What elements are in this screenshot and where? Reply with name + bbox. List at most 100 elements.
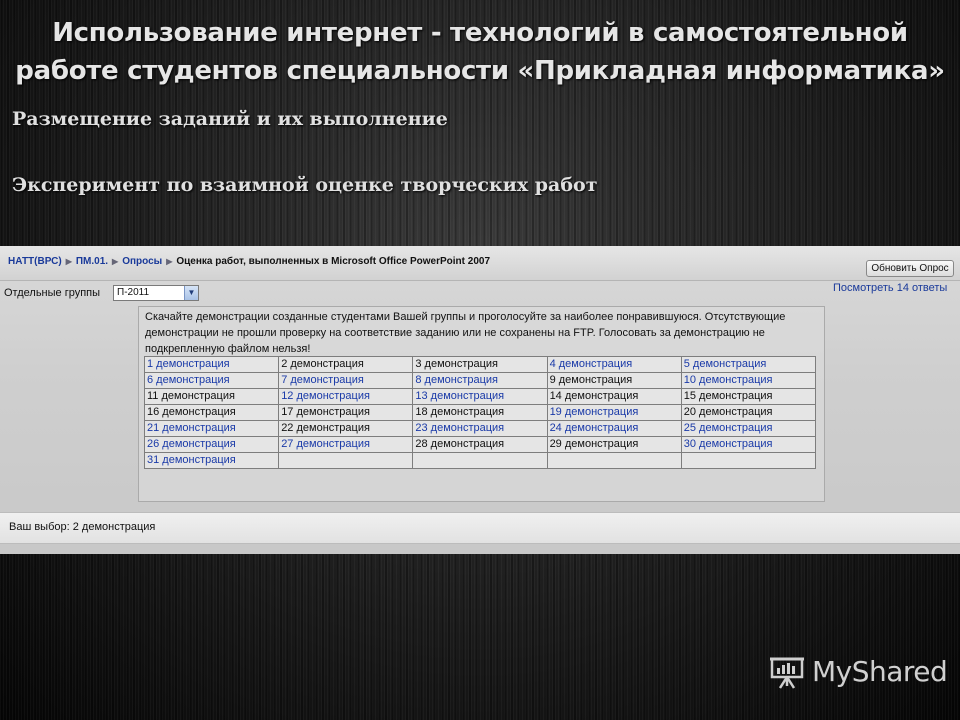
table-row: 21 демонстрация 22 демонстрация 23 демонст… <box>143 420 817 437</box>
demo-table: 1 демонстрация 2 демонстрация 3 демонстрац… <box>143 356 817 469</box>
demo-label: 14 демонстрация <box>549 390 639 402</box>
demo-label: 29 демонстрация <box>549 438 639 450</box>
table-cell: 30 демонстрация <box>680 436 817 453</box>
table-row: 1 демонстрация 2 демонстрация 3 демонстрац… <box>143 356 817 373</box>
demo-label: 3 демонстрация <box>415 358 499 370</box>
table-cell: 28 демонстрация <box>412 436 548 453</box>
demo-link[interactable]: 31 демонстрация <box>147 454 236 466</box>
table-cell: 9 демонстрация <box>546 372 682 389</box>
table-cell <box>546 452 682 469</box>
groups-select-value: П-2011 <box>117 287 150 298</box>
table-cell <box>412 452 548 469</box>
table-cell: 24 демонстрация <box>546 420 682 437</box>
slide-title-line-2: работе студентов специальности «Прикладн… <box>15 56 945 86</box>
breadcrumb-link[interactable]: НАТТ(ВРС) <box>8 256 62 267</box>
table-cell: 3 демонстрация <box>412 356 548 373</box>
demo-label: 9 демонстрация <box>549 374 633 386</box>
demo-link[interactable]: 26 демонстрация <box>147 438 236 450</box>
table-row: 26 демонстрация 27 демонстрация 28 демонст… <box>143 436 817 453</box>
table-cell: 23 демонстрация <box>412 420 548 437</box>
subtitle-assignments: Размещение заданий и их выполнение <box>12 108 448 130</box>
table-cell: 10 демонстрация <box>680 372 817 389</box>
logo-text: MyShared <box>812 655 948 688</box>
update-poll-button[interactable]: Обновить Опрос <box>866 260 954 277</box>
groups-label: Отдельные группы <box>4 287 101 299</box>
breadcrumb-current: Оценка работ, выполненных в Microsoft Of… <box>176 256 491 267</box>
table-cell: 6 демонстрация <box>143 372 280 389</box>
demo-link[interactable]: 25 демонстрация <box>684 422 773 434</box>
demo-label: 11 демонстрация <box>147 390 235 402</box>
slide-title: Использование интернет - технологий в са… <box>0 14 960 90</box>
table-row: 11 демонстрация 12 демонстрация 13 демонст… <box>143 388 817 405</box>
demo-link[interactable]: 8 демонстрация <box>415 374 498 386</box>
table-cell: 26 демонстрация <box>143 436 280 453</box>
demo-link[interactable]: 23 демонстрация <box>415 422 504 434</box>
table-cell: 25 демонстрация <box>680 420 817 437</box>
demo-label: 16 демонстрация <box>147 406 236 418</box>
demo-link[interactable]: 27 демонстрация <box>281 438 370 450</box>
table-cell <box>680 452 817 469</box>
table-cell: 12 демонстрация <box>278 388 414 405</box>
table-cell: 5 демонстрация <box>680 356 817 373</box>
breadcrumb-link[interactable]: Опросы <box>122 256 162 267</box>
table-cell: 7 демонстрация <box>278 372 414 389</box>
choice-text: Ваш выбор: 2 демонстрация <box>9 521 156 533</box>
breadcrumb: НАТТ(ВРС) ▶ ПМ.01. ▶ Опросы ▶ Оценка работ, вы… <box>8 256 490 267</box>
table-cell: 18 демонстрация <box>412 404 548 421</box>
table-cell: 1 демонстрация <box>143 356 280 373</box>
table-cell: 4 демонстрация <box>546 356 682 373</box>
table-cell: 15 демонстрация <box>680 388 817 405</box>
subtitle-experiment: Эксперимент по взаимной оценке творчески… <box>12 174 598 196</box>
table-cell: 20 демонстрация <box>680 404 817 421</box>
breadcrumb-separator-icon: ▶ <box>65 257 72 266</box>
table-cell: 11 демонстрация <box>143 388 280 405</box>
demo-link[interactable]: 7 демонстрация <box>281 374 364 386</box>
breadcrumb-separator-icon: ▶ <box>166 257 173 266</box>
demo-label: 22 демонстрация <box>281 422 370 434</box>
demo-link[interactable]: 1 демонстрация <box>147 358 230 370</box>
presentation-board-icon <box>770 657 804 689</box>
table-cell: 13 демонстрация <box>412 388 548 405</box>
demo-label: 15 демонстрация <box>683 390 773 402</box>
table-cell: 31 демонстрация <box>143 452 280 469</box>
table-cell: 27 демонстрация <box>278 436 414 453</box>
demo-label: 17 демонстрация <box>281 406 370 418</box>
table-cell: 19 демонстрация <box>546 404 682 421</box>
table-row: 16 демонстрация 17 демонстрация 18 демонст… <box>143 404 817 421</box>
demo-link[interactable]: 6 демонстрация <box>147 374 230 386</box>
navigation-bar: НАТТ(ВРС) ▶ ПМ.01. ▶ Опросы ▶ Оценка работ, вы… <box>0 246 960 281</box>
demo-link[interactable]: 12 демонстрация <box>281 390 370 402</box>
view-answers-link[interactable]: Посмотреть 14 ответы <box>833 282 947 294</box>
demo-link[interactable]: 10 демонстрация <box>684 374 773 386</box>
table-cell <box>278 452 414 469</box>
demo-link[interactable]: 5 демонстрация <box>684 358 767 370</box>
demo-label: 28 демонстрация <box>415 438 505 450</box>
demo-label: 2 демонстрация <box>281 358 364 370</box>
table-row: 6 демонстрация 7 демонстрация 8 демонстрац… <box>143 372 817 389</box>
table-cell: 21 демонстрация <box>143 420 280 437</box>
demo-link[interactable]: 24 демонстрация <box>550 422 639 434</box>
table-cell: 14 демонстрация <box>546 388 682 405</box>
table-cell: 16 демонстрация <box>143 404 280 421</box>
demo-link[interactable]: 21 демонстрация <box>147 422 236 434</box>
table-cell: 2 демонстрация <box>278 356 414 373</box>
breadcrumb-link[interactable]: ПМ.01. <box>76 256 108 267</box>
demo-link[interactable]: 30 демонстрация <box>684 438 773 450</box>
choice-bar: Ваш выбор: 2 демонстрация <box>0 512 960 544</box>
demo-label: 20 демонстрация <box>683 406 773 418</box>
table-cell: 29 демонстрация <box>546 436 682 453</box>
chevron-down-icon[interactable]: ▼ <box>184 286 198 300</box>
demo-link[interactable]: 13 демонстрация <box>415 390 504 402</box>
slide-title-line-1: Использование интернет - технологий в са… <box>52 18 908 48</box>
breadcrumb-separator-icon: ▶ <box>112 257 119 266</box>
table-cell: 8 демонстрация <box>412 372 548 389</box>
table-cell: 17 демонстрация <box>278 404 414 421</box>
demo-label: 18 демонстрация <box>415 406 505 418</box>
table-cell: 22 демонстрация <box>278 420 414 437</box>
demo-link[interactable]: 19 демонстрация <box>550 406 639 418</box>
table-row: 31 демонстрация <box>143 452 817 469</box>
demo-link[interactable]: 4 демонстрация <box>550 358 633 370</box>
groups-select[interactable]: П-2011 ▼ <box>113 285 199 301</box>
embedded-screenshot: НАТТ(ВРС) ▶ ПМ.01. ▶ Опросы ▶ Оценка работ, вы… <box>0 246 960 554</box>
question-text: Скачайте демонстрации созданные студента… <box>145 311 786 355</box>
